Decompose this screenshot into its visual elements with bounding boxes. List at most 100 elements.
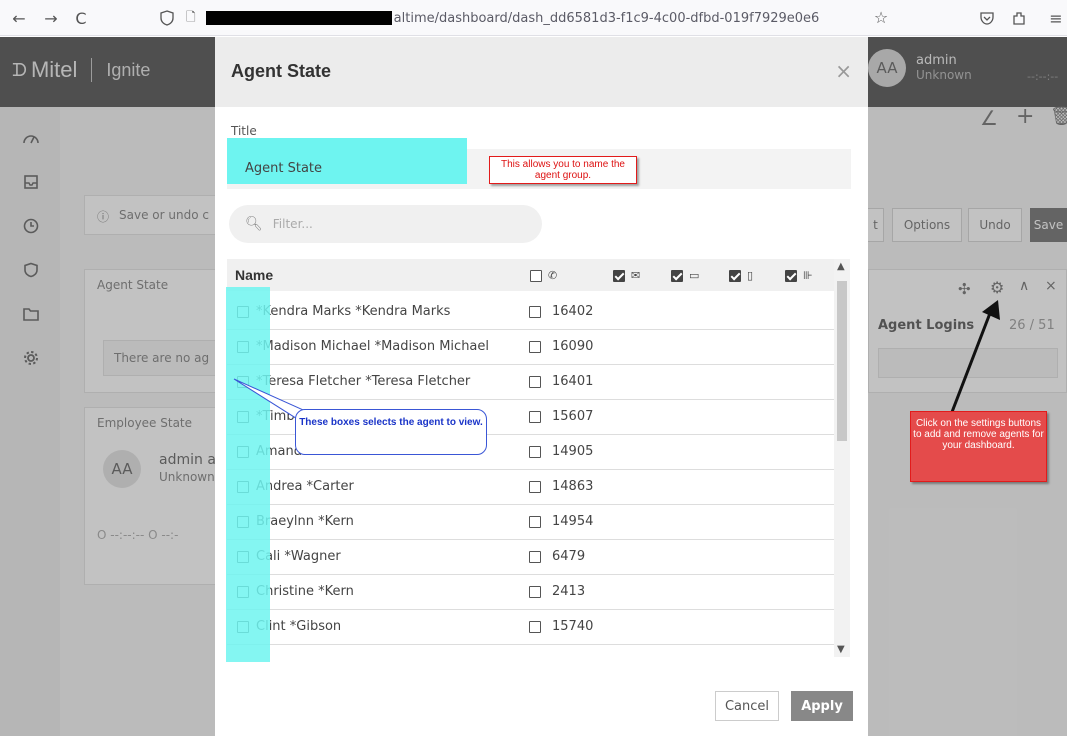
agent-state-dialog: Agent State × Title Agent State 🔍︎ Filte… bbox=[215, 37, 868, 736]
undo-button[interactable]: Undo bbox=[968, 208, 1022, 242]
agent-extension: 15740 bbox=[552, 619, 594, 634]
options-button[interactable]: Options bbox=[892, 208, 962, 242]
inbox-icon[interactable] bbox=[18, 169, 44, 195]
trash-icon[interactable]: 🗑 bbox=[1050, 106, 1067, 127]
shield-check-icon[interactable] bbox=[18, 257, 44, 283]
gear-icon[interactable] bbox=[18, 345, 44, 371]
shield-icon[interactable] bbox=[156, 7, 178, 29]
brand-name: Mitel bbox=[30, 57, 78, 82]
table-row: *Kendra Marks *Kendra Marks 16402 bbox=[227, 295, 837, 330]
extension-checkbox[interactable] bbox=[529, 586, 541, 598]
employee-status: Unknown bbox=[159, 470, 215, 484]
agent-name: *Kendra Marks *Kendra Marks bbox=[256, 304, 451, 319]
forward-icon[interactable]: → bbox=[40, 7, 62, 29]
extension-checkbox[interactable] bbox=[529, 516, 541, 528]
title-input-value: Agent State bbox=[245, 161, 323, 176]
folder-icon[interactable] bbox=[18, 301, 44, 327]
collapse-icon[interactable]: ∧ bbox=[1019, 278, 1029, 294]
reload-icon[interactable]: C bbox=[70, 7, 92, 29]
extension-checkbox[interactable] bbox=[529, 411, 541, 423]
table-row: Cali *Wagner 6479 bbox=[227, 540, 837, 575]
title-label: Title bbox=[231, 124, 257, 138]
brand-logo[interactable]: ᗪ Mitel Ignite bbox=[12, 57, 150, 83]
table-row: *Madison Michael *Madison Michael 16090 bbox=[227, 330, 837, 365]
agent-extension: 16402 bbox=[552, 304, 594, 319]
panel-title: Agent State bbox=[97, 278, 169, 292]
no-agents-box: There are no ag bbox=[103, 340, 225, 376]
email-icon: ✉ bbox=[631, 269, 641, 282]
search-icon: 🔍︎ bbox=[245, 216, 263, 232]
sidebar bbox=[0, 107, 60, 736]
scroll-up-icon[interactable]: ▲ bbox=[837, 261, 845, 272]
list-scrollbar[interactable]: ▲ ▼ bbox=[834, 259, 850, 657]
table-header: Name ✆ ✉ ▭ ▯ ⊪ bbox=[227, 259, 837, 291]
table-row: *Teresa Fletcher *Teresa Fletcher 16401 bbox=[227, 365, 837, 400]
speedometer-icon[interactable] bbox=[18, 125, 44, 151]
filter-placeholder: Filter... bbox=[272, 217, 313, 231]
agent-extension: 16090 bbox=[552, 339, 594, 354]
table-row: Christine *Kern 2413 bbox=[227, 575, 837, 610]
agent-extension: 16401 bbox=[552, 374, 594, 389]
scroll-thumb[interactable] bbox=[837, 281, 847, 441]
cancel-button[interactable]: Cancel bbox=[715, 691, 779, 721]
column-header-name: Name bbox=[235, 267, 274, 283]
pocket-icon[interactable] bbox=[976, 7, 998, 29]
table-row: Braeylnn *Kern 14954 bbox=[227, 505, 837, 540]
workflow-channel-checkbox[interactable]: ⊪ bbox=[785, 269, 813, 282]
move-icon[interactable]: ✣ bbox=[958, 280, 971, 298]
extensions-icon[interactable] bbox=[1008, 7, 1030, 29]
back-icon[interactable]: ← bbox=[8, 7, 30, 29]
select-all-phone-checkbox[interactable]: ✆ bbox=[530, 269, 557, 282]
add-icon[interactable]: + bbox=[1016, 104, 1034, 129]
save-undo-text: Save or undo c bbox=[119, 208, 209, 222]
table-row: Clint *Gibson 15740 bbox=[227, 610, 837, 645]
extension-checkbox[interactable] bbox=[529, 481, 541, 493]
dialog-title: Agent State bbox=[231, 61, 332, 81]
edit-icon[interactable]: ∠ bbox=[980, 106, 998, 130]
save-undo-banner: ⓘ Save or undo c bbox=[84, 195, 224, 235]
clock-icon[interactable] bbox=[18, 213, 44, 239]
agent-extension: 6479 bbox=[552, 549, 586, 564]
page-lock-icon: 🗋 bbox=[186, 9, 196, 24]
agent-name: *Madison Michael *Madison Michael bbox=[256, 339, 490, 354]
brand-divider bbox=[91, 58, 93, 82]
save-button[interactable]: Save bbox=[1030, 208, 1067, 242]
email-channel-checkbox[interactable]: ✉ bbox=[613, 269, 640, 282]
agent-extension: 14954 bbox=[552, 514, 594, 529]
extension-checkbox[interactable] bbox=[529, 446, 541, 458]
agent-name: Andrea *Carter bbox=[256, 479, 354, 494]
scroll-down-icon[interactable]: ▼ bbox=[837, 644, 845, 655]
sms-channel-checkbox[interactable]: ▯ bbox=[729, 269, 753, 282]
agent-extension: 14905 bbox=[552, 444, 594, 459]
user-status: Unknown bbox=[916, 68, 972, 82]
annotation-boxes-note: These boxes selects the agent to view. bbox=[295, 409, 487, 455]
extension-checkbox[interactable] bbox=[529, 621, 541, 633]
avatar: AA bbox=[103, 450, 141, 488]
bookmark-star-icon[interactable]: ☆ bbox=[870, 6, 892, 28]
apply-button[interactable]: Apply bbox=[791, 691, 853, 721]
employee-state-panel: Employee State AA admin a Unknown O --:-… bbox=[84, 407, 224, 585]
url-bar[interactable]: 🗋 altime/dashboard/dash_dd6581d3-f1c9-4c… bbox=[186, 4, 906, 32]
panel-title: Employee State bbox=[97, 416, 193, 430]
user-menu[interactable]: AA admin Unknown bbox=[868, 49, 972, 87]
mitel-logo-icon: ᗪ bbox=[12, 59, 27, 80]
extension-checkbox[interactable] bbox=[529, 376, 541, 388]
extension-checkbox[interactable] bbox=[529, 306, 541, 318]
mobile-icon: ▯ bbox=[747, 269, 754, 282]
settings-gear-icon[interactable]: ⚙ bbox=[990, 278, 1004, 297]
extension-checkbox[interactable] bbox=[529, 551, 541, 563]
chat-icon: ▭ bbox=[689, 269, 700, 282]
agent-logins-value: 26 / 51 bbox=[1009, 318, 1055, 333]
close-icon[interactable]: × bbox=[1045, 278, 1057, 294]
chat-channel-checkbox[interactable]: ▭ bbox=[671, 269, 699, 282]
bg-button-t[interactable]: t bbox=[868, 208, 884, 242]
close-icon[interactable]: × bbox=[835, 59, 852, 83]
brand-subtitle: Ignite bbox=[106, 59, 151, 80]
browser-toolbar: ← → C 🗋 altime/dashboard/dash_dd6581d3-f… bbox=[0, 0, 1067, 36]
menu-icon[interactable]: ≡ bbox=[1045, 7, 1067, 29]
checkbox-column-highlight bbox=[226, 287, 270, 662]
annotation-arrow bbox=[950, 300, 1000, 413]
filter-input[interactable]: 🔍︎ Filter... bbox=[229, 205, 542, 243]
extension-checkbox[interactable] bbox=[529, 341, 541, 353]
agent-name: Braeylnn *Kern bbox=[256, 514, 354, 529]
